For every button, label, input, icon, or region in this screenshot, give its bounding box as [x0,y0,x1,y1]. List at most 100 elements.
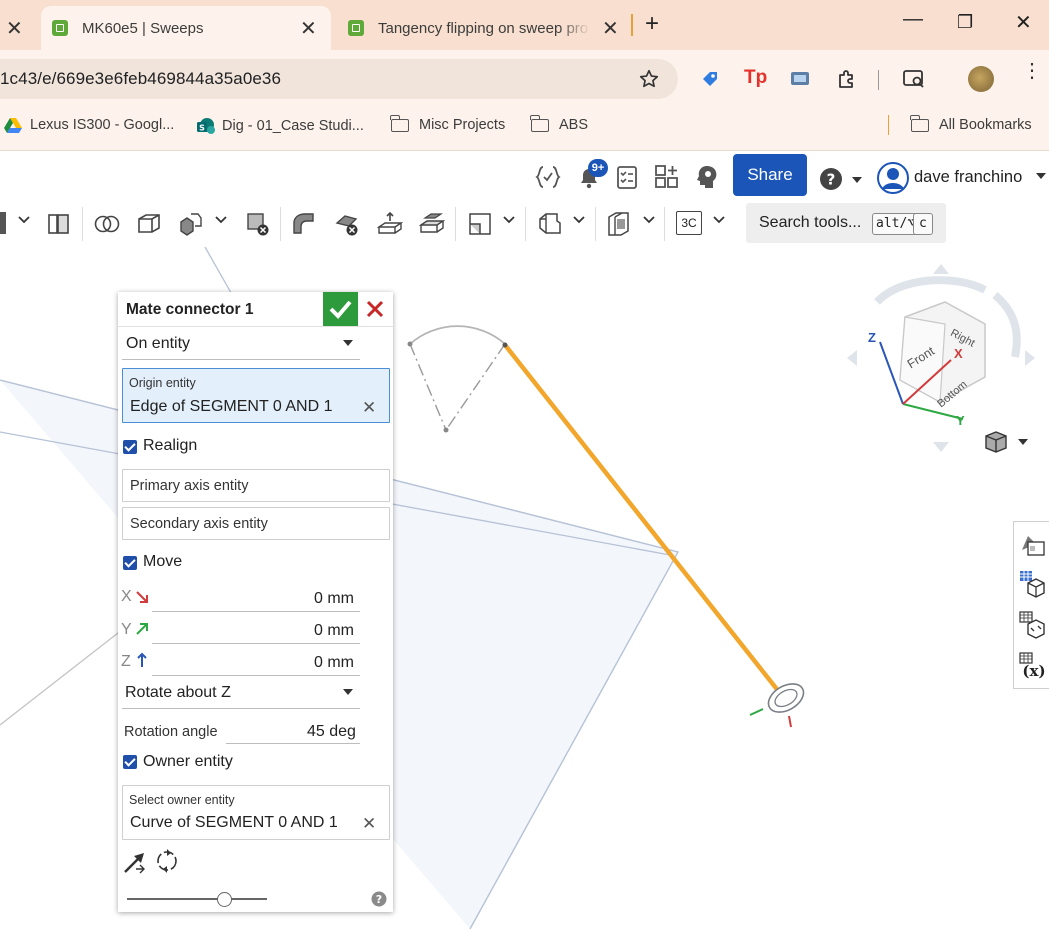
construction-line [409,343,447,431]
rotation-angle-underline [226,743,360,744]
view-cube[interactable]: Front Right Bottom Z X Y [845,262,1037,458]
search-tools[interactable]: Search tools... alt/⌥ c [746,203,946,243]
move-checkbox[interactable] [123,556,137,570]
help-icon[interactable]: ? [371,891,387,907]
google-drive-icon [4,118,22,133]
x-direction-arrow-icon [136,591,148,603]
extensions-puzzle-icon[interactable] [835,67,859,91]
featurescript-icon[interactable] [534,163,562,191]
transform-icon[interactable] [178,211,204,237]
frame-icon[interactable] [606,211,632,237]
user-name[interactable]: dave franchino [914,168,1022,187]
tab-close-icon[interactable]: ✕ [602,16,619,41]
z-label: Z [121,653,131,670]
y-offset-input[interactable]: 0 mm [314,622,354,640]
delete-face-icon[interactable] [335,211,361,237]
reorient-secondary-axis-icon[interactable] [154,848,180,874]
chevron-down-icon[interactable] [713,216,725,224]
share-button[interactable]: Share [733,154,807,196]
new-tab-button[interactable]: + [645,10,659,38]
learning-center-icon[interactable] [694,164,720,190]
variables-panel-icon[interactable]: (x) [1014,645,1049,685]
view-cube-orbit-arc[interactable] [874,276,987,305]
bookmark-abs[interactable]: ABS [530,114,588,133]
sheet-metal-icon[interactable] [537,211,563,237]
view-cube-orbit-arc[interactable] [992,291,1021,358]
flip-primary-axis-icon[interactable] [122,849,148,875]
realign-checkbox[interactable] [123,440,137,454]
arc-curve[interactable] [409,325,506,345]
chevron-down-icon[interactable] [503,216,515,224]
screenshot-extension-icon[interactable] [790,70,810,88]
rotate-about-select[interactable]: Rotate about Z [125,684,231,702]
all-bookmarks[interactable]: All Bookmarks [910,114,1032,133]
chevron-down-icon[interactable] [18,216,30,224]
cancel-button[interactable] [366,300,384,318]
view-options-caret-icon[interactable] [1018,439,1028,445]
placement-mode-select[interactable]: On entity [126,335,190,353]
clear-owner-icon[interactable]: ✕ [362,814,376,834]
chevron-down-icon[interactable] [343,689,353,695]
chevron-down-icon[interactable] [643,216,655,224]
tab-close-icon[interactable]: ✕ [300,16,317,41]
tp-extension-icon[interactable]: Tp [744,67,767,89]
tab-group-divider [631,14,633,36]
tab-sweeps[interactable]: MK60e5 | Sweeps ✕ [41,6,331,50]
tab-search-icon[interactable] [902,68,926,90]
app-store-icon[interactable] [654,164,680,190]
previous-tab-close-icon[interactable]: ✕ [6,6,23,50]
sketch-tool-icon[interactable] [0,212,6,234]
preview-slider-handle[interactable] [217,892,232,907]
bookmark-misc-projects[interactable]: Misc Projects [390,114,505,133]
user-avatar-icon[interactable] [877,162,909,194]
accept-button[interactable] [323,292,358,326]
appearance-panel-icon[interactable] [1014,522,1049,562]
bookmark-lexus[interactable]: Lexus IS300 - Googl... [4,117,174,133]
bom-panel-icon[interactable] [1014,563,1049,603]
tag-extension-icon[interactable] [700,69,720,89]
delete-part-icon[interactable] [245,211,271,237]
minimize-button[interactable]: — [903,8,923,31]
chevron-down-icon[interactable] [215,216,227,224]
extrude-icon[interactable] [46,211,72,237]
plane-icon[interactable] [467,211,493,237]
tasks-checklist-icon[interactable] [615,164,639,190]
view-cube-right-arrow[interactable] [1025,350,1035,366]
owner-entity-value: Curve of SEGMENT 0 AND 1 [130,814,338,831]
center-point[interactable] [443,427,449,433]
fillet-icon[interactable] [291,211,317,237]
restore-button[interactable]: ❐ [957,12,973,33]
star-bookmark-icon[interactable] [638,68,660,90]
z-offset-input[interactable]: 0 mm [314,654,354,672]
x-offset-input[interactable]: 0 mm [314,590,354,608]
profile-avatar[interactable] [968,66,994,92]
clear-origin-icon[interactable]: ✕ [362,398,376,418]
user-menu-caret-icon[interactable] [1036,173,1046,179]
move-face-icon[interactable] [377,211,403,237]
chrome-menu-icon[interactable]: ⋮ [1022,61,1042,81]
view-options-cube-icon[interactable] [984,430,1008,454]
help-icon[interactable]: ? [818,166,844,192]
endpoint[interactable] [407,341,413,347]
y-label: Y [121,621,132,638]
endpoint[interactable] [502,342,508,348]
configuration-panel-icon[interactable] [1014,604,1049,644]
text-tool-button[interactable]: 3C [676,211,702,235]
view-cube-left-arrow[interactable] [847,350,857,366]
toolbar-divider [878,70,879,90]
view-cube-down-arrow[interactable] [933,442,949,452]
url-text[interactable]: 1c43/e/669e3e6feb469844a35a0e36 [0,69,281,89]
window-close-button[interactable]: ✕ [1015,10,1032,35]
help-caret-icon[interactable] [852,177,862,183]
bookmark-dig[interactable]: S Dig - 01_Case Studi... [196,117,364,135]
preview-slider-track[interactable] [127,898,267,900]
shell-icon[interactable] [136,211,162,237]
owner-entity-checkbox[interactable] [123,755,137,769]
replace-face-icon[interactable] [419,211,445,237]
rotation-angle-input[interactable]: 45 deg [307,723,356,741]
chevron-down-icon[interactable] [573,216,585,224]
tab-tangency[interactable]: Tangency flipping on sweep pro ✕ [339,6,626,50]
boolean-icon[interactable] [94,211,120,237]
view-cube-up-arrow[interactable] [933,264,949,274]
chevron-down-icon[interactable] [343,340,353,346]
